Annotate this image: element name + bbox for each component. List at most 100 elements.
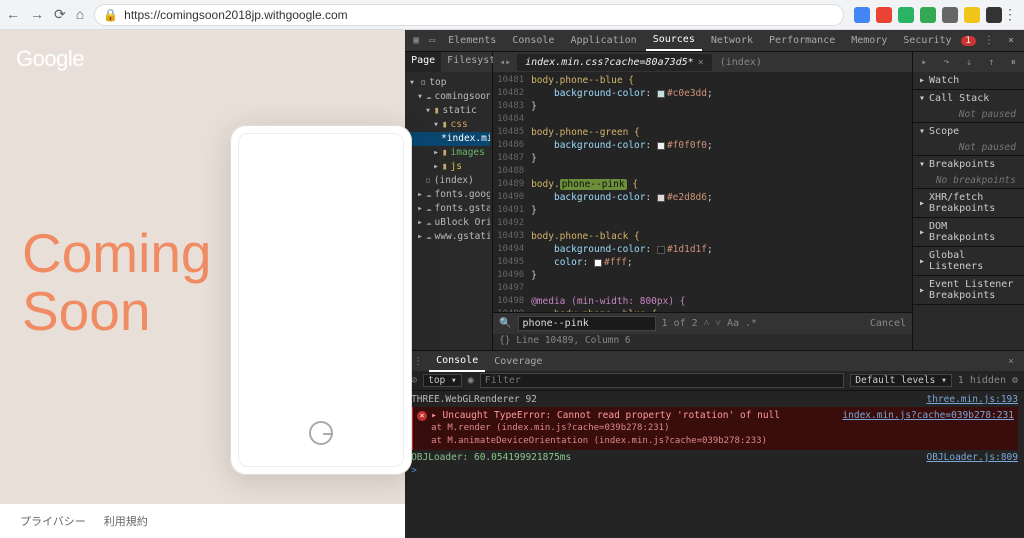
tab-network[interactable]: Network — [704, 31, 760, 50]
url-text: https://comingsoon2018jp.withgoogle.com — [124, 8, 347, 22]
tree-top[interactable]: ▾ ▫ top — [407, 76, 490, 90]
lock-icon: 🔒 — [103, 8, 118, 22]
stepout-icon[interactable]: ↑ — [988, 57, 994, 68]
find-counter: 1 of 2 — [662, 318, 698, 329]
privacy-link[interactable]: プライバシー — [20, 513, 86, 529]
context-select[interactable]: top ▾ — [423, 374, 462, 387]
find-input[interactable] — [518, 316, 656, 331]
webpage: Google Coming Soon プライバシー 利用規約 — [0, 30, 405, 538]
stepin-icon[interactable]: ↓ — [966, 57, 972, 68]
tab-application[interactable]: Application — [563, 31, 643, 50]
code-area[interactable]: 10481 10482 10483 10484 10485 10486 1048… — [493, 72, 912, 312]
tab-performance[interactable]: Performance — [762, 31, 842, 50]
extension-icon[interactable] — [876, 7, 892, 23]
source-link[interactable]: three.min.js:193 — [926, 393, 1018, 406]
tab-elements[interactable]: Elements — [441, 31, 503, 50]
find-next-icon[interactable]: ˅ — [715, 318, 721, 329]
console-error: ×▸ Uncaught TypeError: Cannot read prope… — [411, 407, 1018, 450]
panel-global[interactable]: ▸ Global Listeners — [913, 247, 1024, 275]
forward-button[interactable]: → — [30, 6, 44, 23]
console-settings-icon[interactable]: ⚙ — [1012, 375, 1018, 386]
extension-icon[interactable] — [854, 7, 870, 23]
chrome-menu-button[interactable]: ⋮ — [1002, 6, 1018, 23]
address-bar[interactable]: 🔒 https://comingsoon2018jp.withgoogle.co… — [94, 4, 844, 26]
terms-link[interactable]: 利用規約 — [104, 513, 148, 529]
prev-script-icon[interactable]: ◂▸ — [493, 57, 517, 68]
console-log: THREE.WebGLRenderer 92 three.min.js:193 — [411, 393, 1018, 406]
find-cancel-button[interactable]: Cancel — [870, 318, 906, 329]
source-link[interactable]: index.min.js?cache=039b278:231 — [842, 409, 1014, 422]
device-icon[interactable]: ▭ — [425, 35, 439, 46]
panel-dom[interactable]: ▸ DOM Breakpoints — [913, 218, 1024, 246]
drawer-tab-console[interactable]: Console — [429, 351, 485, 372]
tree-css[interactable]: ▾ ▮ css — [407, 118, 490, 132]
file-tree[interactable]: ▾ ▫ top ▾ ☁ comingsoon2018jp.with… ▾ ▮ s… — [405, 72, 492, 248]
panel-breakpoints[interactable]: ▾ Breakpoints — [913, 156, 1024, 173]
panel-watch[interactable]: ▸ Watch — [913, 72, 1024, 89]
levels-select[interactable]: Default levels ▾ — [850, 374, 952, 387]
extension-icon[interactable] — [986, 7, 1002, 23]
extension-icons — [854, 7, 1002, 23]
stepover-icon[interactable]: ↷ — [944, 57, 950, 68]
extension-icon[interactable] — [898, 7, 914, 23]
code-editor: ◂▸ index.min.css?cache=80a73d5* × (index… — [493, 52, 912, 350]
deactivate-icon[interactable]: ⏸ — [1011, 57, 1016, 68]
panel-xhr[interactable]: ▸ XHR/fetch Breakpoints — [913, 189, 1024, 217]
hidden-badge: 1 hidden — [958, 375, 1006, 386]
tab-security[interactable]: Security — [896, 31, 958, 50]
hero-text: Coming Soon — [22, 225, 212, 341]
tree-css-file[interactable]: *index.min.css?ca… — [407, 132, 490, 146]
debugger-sidebar: ▸ ↷ ↓ ↑ ⏸ ▸ Watch ▾ Call StackNot paused… — [912, 52, 1024, 350]
console-output[interactable]: THREE.WebGLRenderer 92 three.min.js:193 … — [405, 391, 1024, 538]
tree-ext1[interactable]: ▸ ☁ fonts.googleapis.com — [407, 188, 490, 202]
devtools-menu-button[interactable]: ⋮ — [978, 35, 1000, 46]
google-logo: Google — [16, 46, 84, 72]
tree-domain[interactable]: ▾ ☁ comingsoon2018jp.with… — [407, 90, 490, 104]
error-badge[interactable]: 1 — [961, 36, 976, 46]
cursor-info: {} Line 10489, Column 6 — [493, 334, 912, 350]
tree-ext4[interactable]: ▸ ☁ www.gstatic.com — [407, 230, 490, 244]
extension-icon[interactable] — [920, 7, 936, 23]
tab-console[interactable]: Console — [505, 31, 561, 50]
console-filter-input[interactable] — [480, 373, 845, 388]
navigator-page-tab[interactable]: Page — [405, 52, 441, 72]
debugger-controls: ▸ ↷ ↓ ↑ ⏸ — [913, 52, 1024, 72]
file-crumb[interactable]: (index) — [712, 54, 770, 71]
close-tab-icon[interactable]: × — [698, 57, 704, 68]
tab-sources[interactable]: Sources — [646, 30, 702, 51]
tree-images[interactable]: ▸ ▮ images — [407, 146, 490, 160]
extension-icon[interactable] — [942, 7, 958, 23]
site-footer: プライバシー 利用規約 — [0, 504, 405, 538]
find-bar: 🔍 1 of 2 ˄ ˅ Aa .* Cancel — [493, 312, 912, 334]
tree-ext2[interactable]: ▸ ☁ fonts.gstatic.com — [407, 202, 490, 216]
panel-callstack[interactable]: ▾ Call Stack — [913, 90, 1024, 107]
panel-scope[interactable]: ▾ Scope — [913, 123, 1024, 140]
drawer-close-icon[interactable]: × — [1002, 356, 1020, 367]
tree-js[interactable]: ▸ ▮ js — [407, 160, 490, 174]
phone-mockup — [230, 125, 412, 475]
extension-icon[interactable] — [964, 7, 980, 23]
tree-index[interactable]: ▫ (index) — [407, 174, 490, 188]
resume-icon[interactable]: ▸ — [921, 57, 927, 68]
console-prompt[interactable]: > — [411, 464, 1018, 477]
inspect-icon[interactable]: ▣ — [409, 35, 423, 46]
back-button[interactable]: ← — [6, 6, 20, 23]
find-regex-icon[interactable]: .* — [745, 318, 757, 329]
search-icon: 🔍 — [499, 318, 511, 329]
find-prev-icon[interactable]: ˄ — [704, 318, 710, 329]
eye-icon[interactable]: ◉ — [468, 375, 474, 386]
reload-button[interactable]: ⟳ — [54, 6, 66, 23]
panel-event[interactable]: ▸ Event Listener Breakpoints — [913, 276, 1024, 304]
tab-memory[interactable]: Memory — [844, 31, 894, 50]
find-case-icon[interactable]: Aa — [727, 318, 739, 329]
tree-ext3[interactable]: ▸ ☁ uBlock Origin — [407, 216, 490, 230]
source-link[interactable]: OBJLoader.js:809 — [926, 451, 1018, 464]
code-content[interactable]: body.phone--blue { background-color: #c0… — [527, 72, 912, 312]
tree-static[interactable]: ▾ ▮ static — [407, 104, 490, 118]
drawer-tab-coverage[interactable]: Coverage — [487, 352, 549, 371]
line-gutter: 10481 10482 10483 10484 10485 10486 1048… — [493, 72, 527, 312]
console-log: OBJLoader: 60.054199921875ms OBJLoader.j… — [411, 451, 1018, 464]
close-devtools-button[interactable]: × — [1002, 35, 1020, 46]
file-tab[interactable]: index.min.css?cache=80a73d5* × — [517, 54, 712, 71]
home-button[interactable]: ⌂ — [76, 6, 84, 23]
